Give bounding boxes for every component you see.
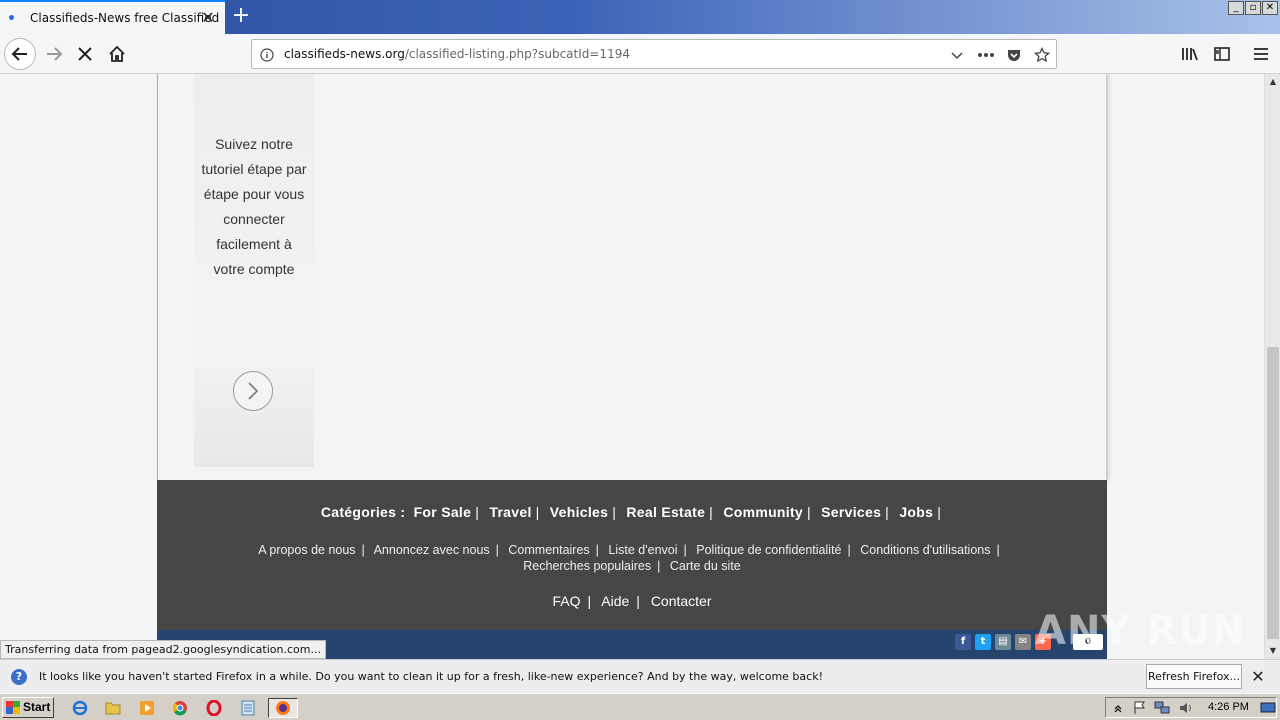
show-desktop-icon[interactable] bbox=[1258, 698, 1278, 718]
link-mailing-list[interactable]: Liste d'envoi bbox=[608, 543, 677, 557]
footer-links: A propos de nous | Annoncez avec nous | Co… bbox=[258, 543, 1000, 573]
scrollbar-thumb[interactable] bbox=[1267, 347, 1279, 639]
flag-icon[interactable] bbox=[1130, 698, 1150, 718]
browser-tab[interactable]: Classifieds-News free Classified ✕ bbox=[0, 0, 225, 34]
link-about[interactable]: A propos de nous bbox=[258, 543, 355, 557]
categories-label: Catégories : bbox=[320, 504, 406, 520]
category-link-services[interactable]: Services bbox=[821, 504, 881, 520]
chrome-icon[interactable] bbox=[170, 698, 190, 718]
opera-icon[interactable] bbox=[204, 698, 224, 718]
url-bar[interactable]: classifieds-news.org/classified-listing.… bbox=[251, 39, 1057, 69]
link-faq[interactable]: FAQ bbox=[552, 593, 580, 609]
link-terms[interactable]: Conditions d'utilisations bbox=[860, 543, 990, 557]
library-button[interactable] bbox=[1174, 38, 1206, 70]
windows-logo-icon bbox=[6, 701, 20, 714]
refresh-firefox-button[interactable]: Refresh Firefox... bbox=[1146, 664, 1242, 689]
link-sitemap[interactable]: Carte du site bbox=[670, 559, 741, 573]
chevron-down-icon[interactable] bbox=[948, 46, 966, 64]
email-icon[interactable]: ✉ bbox=[1015, 634, 1031, 650]
close-tab-icon[interactable]: ✕ bbox=[199, 9, 217, 27]
stop-button[interactable] bbox=[69, 38, 101, 70]
pocket-icon[interactable] bbox=[1005, 46, 1023, 64]
anyrun-watermark: ANY RUN bbox=[1035, 608, 1247, 654]
link-privacy[interactable]: Politique de confidentialité bbox=[696, 543, 841, 557]
scroll-down-icon[interactable]: ▼ bbox=[1266, 644, 1280, 658]
new-tab-button[interactable]: + bbox=[229, 4, 253, 28]
home-button[interactable] bbox=[101, 38, 133, 70]
footer-help-links: FAQ | Aide | Contacter bbox=[552, 593, 712, 609]
twitter-icon[interactable]: t bbox=[975, 634, 991, 650]
category-link-vehicles[interactable]: Vehicles bbox=[550, 504, 608, 520]
chevron-right-icon bbox=[248, 382, 259, 400]
firefox-taskbar-icon[interactable] bbox=[268, 698, 298, 718]
minimize-button[interactable]: _ bbox=[1228, 1, 1244, 15]
home-icon bbox=[109, 45, 125, 62]
link-comments[interactable]: Commentaires bbox=[508, 543, 589, 557]
link-popular-searches[interactable]: Recherches populaires bbox=[523, 559, 651, 573]
content-area: Suivez notre tutoriel étape par étape po… bbox=[157, 74, 1107, 480]
browser-titlebar: Classifieds-News free Classified ✕ + _ ▫… bbox=[0, 0, 1280, 34]
start-button[interactable]: Start bbox=[2, 697, 54, 718]
page-actions-icon[interactable] bbox=[977, 46, 995, 64]
info-icon[interactable] bbox=[258, 46, 276, 64]
menu-button[interactable] bbox=[1245, 38, 1277, 70]
start-label: Start bbox=[23, 700, 51, 714]
navigation-toolbar: classifieds-news.org/classified-listing.… bbox=[0, 34, 1280, 74]
category-link-travel[interactable]: Travel bbox=[489, 504, 531, 520]
stop-icon bbox=[78, 47, 92, 61]
bookmark-star-icon[interactable] bbox=[1033, 46, 1051, 64]
tutorial-text: Suivez notre tutoriel étape par étape po… bbox=[201, 136, 307, 277]
notification-bar: ? It looks like you haven't started Fire… bbox=[0, 659, 1280, 693]
close-window-button[interactable]: ✕ bbox=[1262, 1, 1278, 15]
notification-text: It looks like you haven't started Firefo… bbox=[39, 670, 823, 683]
category-link-for-sale[interactable]: For Sale bbox=[414, 504, 472, 520]
back-button[interactable] bbox=[4, 38, 36, 70]
url-text: classifieds-news.org/classified-listing.… bbox=[284, 47, 630, 61]
next-arrow-button[interactable] bbox=[233, 371, 273, 411]
status-text: Transferring data from pagead2.googlesyn… bbox=[0, 640, 326, 659]
url-host: classifieds-news.org bbox=[284, 47, 405, 61]
category-link-real-estate[interactable]: Real Estate bbox=[626, 504, 705, 520]
media-player-icon[interactable] bbox=[137, 698, 157, 718]
tab-title: Classifieds-News free Classified bbox=[30, 11, 220, 25]
url-path: /classified-listing.php?subcatId=1194 bbox=[404, 47, 630, 61]
tutorial-card: Suivez notre tutoriel étape par étape po… bbox=[194, 74, 314, 467]
library-icon bbox=[1182, 48, 1198, 61]
sidebar-icon bbox=[1214, 47, 1230, 61]
category-link-jobs[interactable]: Jobs bbox=[899, 504, 933, 520]
windows-taskbar: Start 4:26 PM bbox=[0, 693, 1280, 720]
question-icon: ? bbox=[11, 669, 27, 685]
folder-icon[interactable] bbox=[103, 698, 123, 718]
categories-row: Catégories : For Sale | Travel | Vehicles |… bbox=[320, 504, 942, 520]
ie-icon[interactable] bbox=[70, 698, 90, 718]
sidebar-toggle-button[interactable] bbox=[1206, 38, 1238, 70]
vertical-scrollbar[interactable]: ▲ ▼ bbox=[1264, 74, 1280, 659]
forward-arrow-icon bbox=[47, 47, 63, 61]
restore-button[interactable]: ▫ bbox=[1245, 1, 1261, 15]
scroll-up-icon[interactable]: ▲ bbox=[1266, 75, 1280, 89]
forward-button[interactable] bbox=[38, 38, 70, 70]
close-notification-icon[interactable]: ✕ bbox=[1249, 668, 1267, 686]
back-arrow-icon bbox=[11, 47, 27, 61]
hamburger-menu-icon bbox=[1254, 48, 1268, 60]
volume-icon[interactable] bbox=[1176, 698, 1196, 718]
print-icon[interactable]: ▤ bbox=[995, 634, 1011, 650]
network-icon[interactable] bbox=[1152, 698, 1172, 718]
category-link-community[interactable]: Community bbox=[723, 504, 803, 520]
notepad-icon[interactable] bbox=[238, 698, 258, 718]
link-help[interactable]: Aide bbox=[601, 593, 629, 609]
link-contact[interactable]: Contacter bbox=[651, 593, 712, 609]
site-footer: Catégories : For Sale | Travel | Vehicles |… bbox=[157, 480, 1107, 630]
facebook-icon[interactable]: f bbox=[955, 634, 971, 650]
loading-dot-icon bbox=[9, 15, 14, 20]
chevron-up-icon[interactable] bbox=[1108, 698, 1128, 718]
clock: 4:26 PM bbox=[1208, 701, 1249, 713]
link-advertise[interactable]: Annoncez avec nous bbox=[374, 543, 490, 557]
system-tray bbox=[1105, 697, 1277, 718]
page-viewport: Suivez notre tutoriel étape par étape po… bbox=[0, 74, 1264, 659]
